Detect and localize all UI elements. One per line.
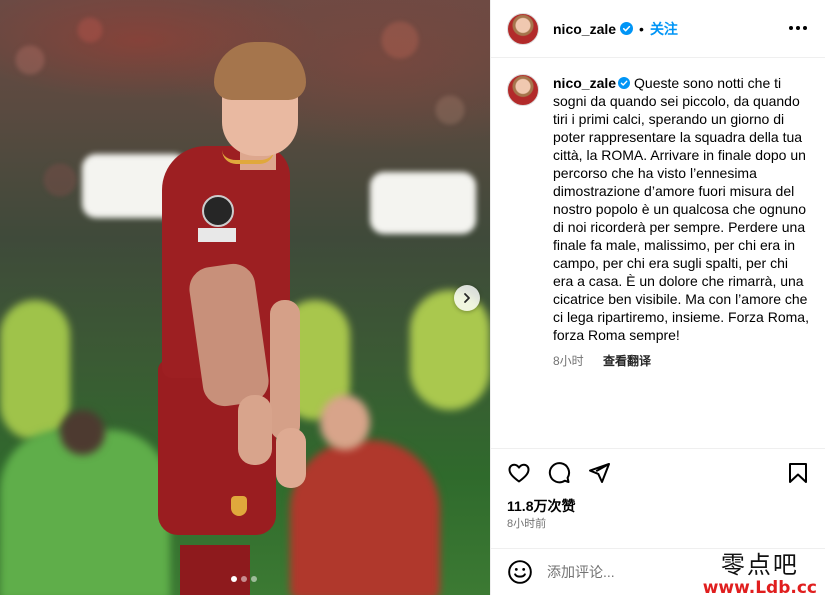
caption-avatar[interactable]: [507, 74, 539, 106]
author-avatar[interactable]: [507, 12, 539, 45]
watermark-url: www.Ldb.cc: [702, 578, 817, 595]
like-button[interactable]: [507, 461, 533, 487]
action-icons: [507, 461, 812, 489]
action-bar: [491, 448, 825, 484]
comment-button[interactable]: [547, 461, 573, 487]
author-username[interactable]: nico_zale: [553, 21, 616, 37]
carousel-next-button[interactable]: [454, 285, 480, 311]
likes-count[interactable]: 11.8万次赞: [507, 496, 575, 516]
caption-username[interactable]: nico_zale: [553, 75, 616, 91]
verified-badge-icon: [618, 77, 631, 89]
carousel-indicator: [231, 576, 257, 582]
share-icon: [589, 463, 610, 483]
more-dot: [796, 26, 800, 30]
more-dot: [803, 26, 807, 30]
bookmark-icon: [789, 463, 807, 483]
comment-icon: [548, 462, 571, 484]
player-hand-left: [276, 428, 306, 488]
player-sock: [180, 545, 250, 595]
player-figure: [0, 0, 490, 595]
sleeve-patch: [198, 228, 236, 242]
emoji-icon[interactable]: [507, 559, 533, 585]
post-media-image[interactable]: [0, 0, 490, 595]
save-button[interactable]: [786, 461, 812, 487]
post-caption: nico_zale Queste sono notti che ti sogni …: [507, 74, 812, 369]
caption-time: 8小时: [553, 354, 584, 368]
comment-input[interactable]: [547, 564, 727, 580]
more-options-button[interactable]: [786, 18, 810, 38]
carousel-dot: [241, 576, 247, 582]
heart-icon: [508, 463, 530, 483]
header-separator: •: [639, 20, 644, 37]
site-watermark: 零点吧 www.Ldb.cc: [703, 545, 817, 595]
follow-button[interactable]: 关注: [650, 19, 678, 39]
share-button[interactable]: [587, 461, 613, 487]
chevron-right-icon: [464, 293, 470, 303]
club-crest: [231, 496, 247, 516]
carousel-dot: [251, 576, 257, 582]
player-arm-left: [270, 300, 300, 440]
caption-text: Queste sono notti che ti sogni da quando…: [553, 75, 809, 343]
see-translation-link[interactable]: 查看翻译: [603, 354, 651, 368]
post-header: nico_zale • 关注: [491, 0, 825, 58]
player-hand-right: [238, 395, 272, 465]
caption-meta: 8小时 查看翻译: [553, 352, 812, 369]
verified-badge-icon: [620, 22, 634, 35]
player-hair: [214, 42, 306, 100]
more-dot: [789, 26, 793, 30]
carousel-dot: [231, 576, 237, 582]
caption-body: nico_zale Queste sono notti che ti sogni …: [553, 74, 812, 369]
competition-badge: [202, 195, 234, 227]
caption-text-block: nico_zale Queste sono notti che ti sogni …: [553, 74, 812, 344]
post-sidebar: nico_zale • 关注 nico_zale Queste sono nott…: [490, 0, 825, 595]
watermark-title: 零点吧: [720, 551, 799, 579]
post-timestamp: 8小时前: [507, 518, 547, 530]
